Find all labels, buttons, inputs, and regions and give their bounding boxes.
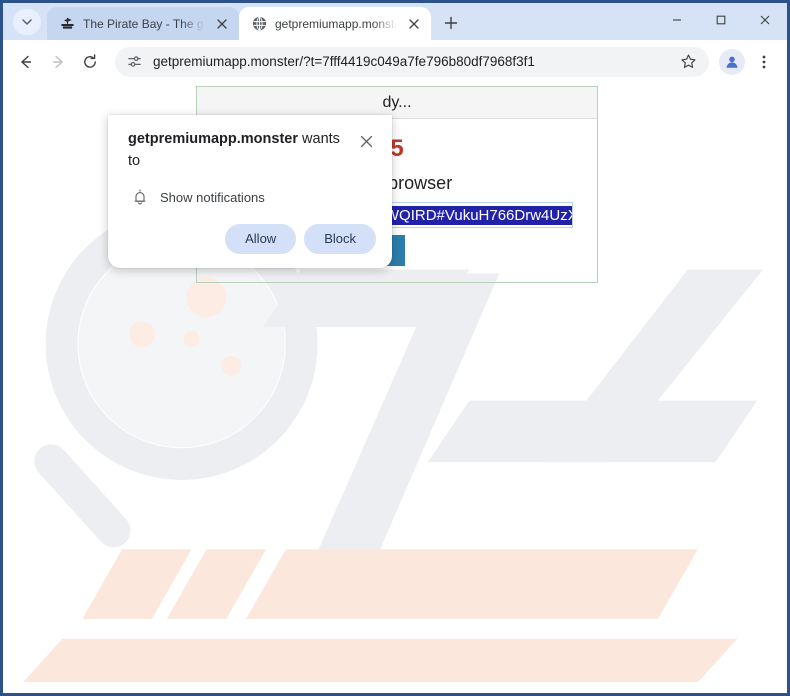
tab-search-button[interactable]	[13, 9, 41, 35]
bell-icon	[132, 188, 148, 206]
permission-request-row: Show notifications	[132, 188, 376, 206]
chevron-down-icon	[22, 19, 32, 25]
back-button[interactable]	[11, 47, 41, 77]
tab-getpremiumapp-monster[interactable]: getpremiumapp.monster/?t=7f	[239, 7, 431, 40]
block-button[interactable]: Block	[304, 223, 376, 254]
minimize-button[interactable]	[655, 3, 699, 37]
maximize-button[interactable]	[699, 3, 743, 37]
url-text: getpremiumapp.monster/?t=7fff4419c049a7f…	[153, 54, 535, 69]
minimize-icon	[673, 19, 681, 21]
tune-site-settings-icon[interactable]	[123, 51, 145, 73]
page-viewport: dy... 5 RL in browser https://mega.nz/fi…	[3, 83, 787, 687]
arrow-right-icon	[52, 55, 63, 68]
permission-request-label: Show notifications	[160, 189, 265, 205]
notification-permission-dialog: getpremiumapp.monster wants to Show noti…	[108, 115, 392, 268]
tab-title: The Pirate Bay - The galaxy's m	[83, 16, 205, 31]
permission-actions: Allow Block	[128, 223, 376, 254]
globe-icon	[251, 16, 267, 32]
person-avatar-icon	[719, 48, 745, 75]
pirate-ship-icon	[59, 16, 75, 32]
address-bar[interactable]: getpremiumapp.monster/?t=7fff4419c049a7f…	[115, 46, 709, 77]
browser-toolbar: getpremiumapp.monster/?t=7fff4419c049a7f…	[3, 40, 787, 83]
tab-title: getpremiumapp.monster/?t=7f	[275, 16, 397, 31]
permission-header: getpremiumapp.monster wants to	[128, 129, 376, 173]
profile-button[interactable]	[717, 47, 747, 77]
tab-strip: The Pirate Bay - The galaxy's m getpremi…	[3, 3, 787, 40]
allow-button[interactable]: Allow	[225, 223, 297, 254]
tab-pirate-bay[interactable]: The Pirate Bay - The galaxy's m	[47, 7, 239, 40]
reload-icon	[84, 53, 96, 68]
plus-icon	[444, 16, 458, 30]
forward-button[interactable]	[43, 47, 73, 77]
reload-button[interactable]	[75, 47, 105, 77]
close-button[interactable]	[743, 3, 787, 37]
star-icon[interactable]	[677, 51, 699, 73]
maximize-icon	[716, 15, 726, 25]
close-icon	[760, 15, 770, 25]
browser-window: The Pirate Bay - The galaxy's m getpremi…	[0, 0, 790, 696]
permission-origin: getpremiumapp.monster	[128, 131, 298, 147]
window-controls	[655, 3, 787, 37]
close-icon	[360, 135, 372, 147]
permission-title: getpremiumapp.monster wants to	[128, 129, 348, 173]
tab-close-icon[interactable]	[213, 15, 231, 33]
tab-close-icon[interactable]	[405, 15, 423, 33]
permission-close-button[interactable]	[356, 131, 376, 151]
browser-menu-button[interactable]	[749, 47, 779, 77]
new-tab-button[interactable]	[437, 9, 465, 37]
arrow-left-icon	[21, 55, 32, 68]
three-dot-menu-icon	[762, 55, 766, 68]
